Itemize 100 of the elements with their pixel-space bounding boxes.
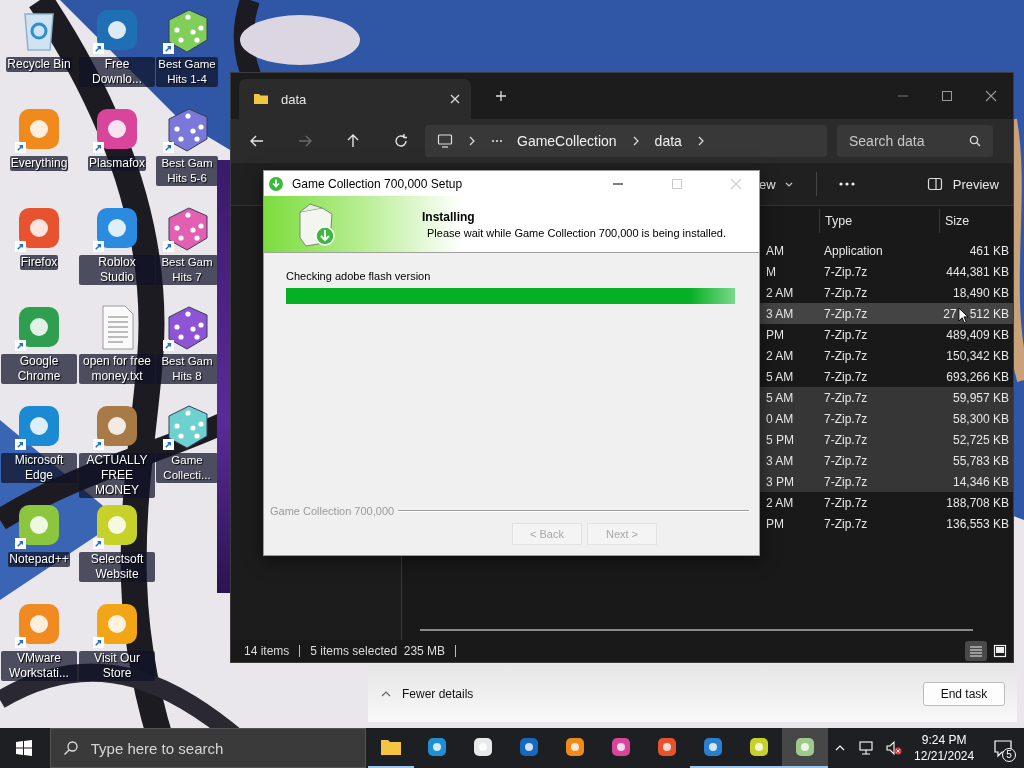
volume-icon[interactable] [886,740,903,756]
table-cell: 512 KB [969,306,1009,321]
table-cell: 444,381 KB [946,264,1009,279]
end-task-button[interactable]: End task [923,681,1005,706]
icon-label: Best Gam Hits 5-6 [156,156,218,186]
table-cell: 136,553 KB [946,516,1009,531]
icon-label: Notepad++ [8,552,70,567]
table-cell: 14,346 KB [952,474,1009,489]
icon-label: Game Collecti... [156,453,218,483]
brand-label: Game Collection 700,000 [270,505,395,517]
icon-label: VMware Workstati... [1,651,77,681]
table-cell: 55,783 KB [952,453,1009,468]
icon-label: Google Chrome [1,354,77,384]
table-cell: 52,725 KB [952,432,1009,447]
icon-label: Firefox [19,255,59,270]
taskbar-app-button[interactable] [782,728,829,768]
table-cell-text: 2 AM [765,285,795,300]
tiles-view-icon [993,644,1007,658]
chat-bubble-icon [993,738,1014,758]
selection-info: 5 items selected 235 MB [310,644,446,658]
icon-label: Selectsoft Website [79,552,155,582]
folder-icon [253,91,269,107]
icon-label: Best Gam Hits 7 [156,255,218,285]
folder-tab[interactable]: data [239,79,471,119]
search-icon [969,135,981,147]
table-cell-text: 7-Zip.7z [823,306,869,321]
table-cell-text: 7-Zip.7z [823,432,869,447]
view-menu[interactable]: ew [759,176,776,192]
icon-label: Microsoft Edge [1,453,77,483]
page-heading: Installing [422,209,476,224]
icon-label: Best Game Hits 1-4 [156,57,218,87]
more-icon[interactable] [838,182,855,186]
maximize-icon[interactable] [941,90,953,102]
start-icon [15,740,32,756]
table-cell-text: 5 PM [765,432,795,447]
forward-arrow-icon[interactable] [297,133,313,149]
table-cell-text: PM [765,327,785,342]
icon-label: Free Downlo... [79,57,155,87]
table-cell-text: 7-Zip.7z [823,327,869,342]
fewer-details-link[interactable]: Fewer details [402,686,474,701]
table-cell-text: 2 AM [765,495,795,510]
table-cell: 58,300 KB [952,411,1009,426]
maximize-icon [671,177,683,190]
table-cell: 188,708 KB [946,495,1009,510]
table-cell-text: 3 PM [765,474,795,489]
table-cell: 27 [943,306,957,321]
table-cell-text: Application [823,243,884,258]
icon-label: Best Gam Hits 8 [156,354,218,384]
table-cell-text: 3 AM [765,306,795,321]
table-cell: 150,342 KB [946,348,1009,363]
address-bar[interactable]: GameCollection data [425,125,827,157]
breadcrumb[interactable]: data [654,133,682,149]
window-title: Game Collection 700,000 Setup [292,176,463,191]
search-field[interactable]: Type here to search [49,728,367,768]
table-cell-text: 3 AM [765,453,795,468]
up-arrow-icon[interactable] [345,133,361,149]
icon-label: Recycle Bin [6,57,72,72]
close-icon[interactable] [985,90,997,102]
table-cell: 489,409 KB [946,327,1009,342]
column-header[interactable]: Type [819,209,939,233]
table-cell-text: 5 AM [765,390,795,405]
icon-label: Roblox Studio [79,255,155,285]
icon-label: Everything [9,156,69,171]
table-cell-text: AM [765,243,785,258]
table-cell-text: 7-Zip.7z [823,285,869,300]
icon-label: ACTUALLY FREE MONEY [79,453,155,498]
table-cell-text: 0 AM [765,411,795,426]
item-count: 14 items [244,644,290,658]
details-view-button[interactable] [965,641,987,661]
network-icon[interactable] [858,740,875,756]
installer-icon [268,175,284,192]
table-cell-text: 7-Zip.7z [823,411,869,426]
icon-label: Visit Our Store [79,651,155,681]
monitor-icon [437,133,453,149]
search-icon [62,740,79,756]
table-cell-text: PM [765,516,785,531]
icon-label: Plasmafox [88,156,146,171]
table-cell: 59,957 KB [952,390,1009,405]
status-text: Checking adobe flash version [286,269,432,283]
refresh-icon[interactable] [393,133,409,149]
search-field[interactable]: Search data [837,125,993,157]
back-arrow-icon[interactable] [249,133,265,149]
preview-button[interactable]: Preview [952,176,999,192]
table-cell-text: 7-Zip.7z [823,474,869,489]
notification-button[interactable]: 5 [988,728,1018,768]
table-cell-text: 7-Zip.7z [823,348,869,363]
table-cell-text: 7-Zip.7z [823,390,869,405]
icon-label: open for free money.txt [79,354,155,384]
table-cell-text: 7-Zip.7z [823,453,869,468]
table-cell-text: 2 AM [765,348,795,363]
scrollbar[interactable] [420,629,973,631]
mouse-pointer-icon [957,307,969,324]
new-tab-icon[interactable] [495,90,507,102]
clock-date[interactable]: 12/21/2024 [914,748,975,764]
table-cell-text: 7-Zip.7z [823,495,869,510]
breadcrumb[interactable]: GameCollection [517,133,617,149]
table-cell-text: 7-Zip.7z [823,264,869,279]
clock-time[interactable]: 9:24 PM [921,732,967,748]
table-cell: 18,490 KB [952,285,1009,300]
column-header[interactable]: Size [939,209,1009,233]
